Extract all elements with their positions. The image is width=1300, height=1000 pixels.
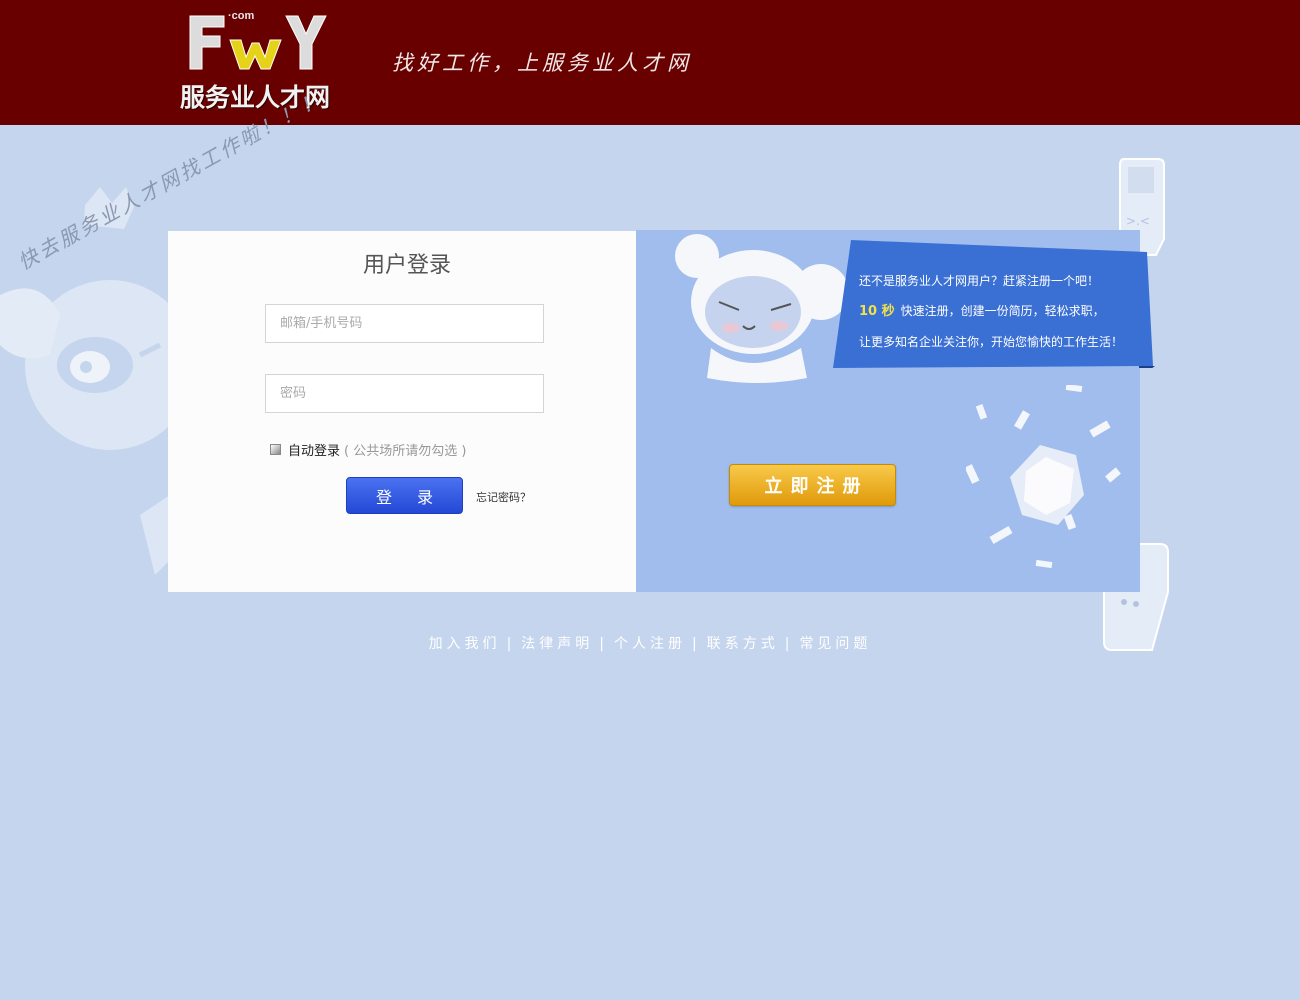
header-slogan: 找好工作，上服务业人才网 — [392, 51, 692, 75]
footer-link-personal-register[interactable]: 个人注册 — [614, 636, 686, 652]
paper-flower-decoration-icon — [966, 385, 1121, 569]
login-button[interactable]: 登 录 — [346, 477, 463, 514]
register-now-button[interactable]: 立即注册 — [729, 464, 896, 506]
register-promo-panel: 还不是服务业人才网用户？赶紧注册一个吧！ 10 秒快速注册，创建一份简历，轻松求… — [636, 230, 1155, 592]
promo-line-3: 让更多知名企业关注你，开始您愉快的工作生活！ — [859, 335, 1124, 349]
auto-login-row: 自动登录 ( 公共场所请勿勾选 ) — [270, 440, 466, 459]
footer-link-legal[interactable]: 法律声明 — [521, 636, 593, 652]
promo-highlight-ten-seconds: 10 秒 — [859, 304, 895, 319]
password-input[interactable] — [265, 374, 544, 413]
fwy-logo-icon — [189, 15, 327, 70]
footer-links: 加入我们 | 法律声明 | 个人注册 | 联系方式 | 常见问题 — [0, 633, 1300, 653]
footer-separator: | — [599, 636, 608, 652]
auto-login-label[interactable]: 自动登录 — [288, 440, 340, 459]
site-header: ·com 服务业人才网 找好工作，上服务业人才网 — [0, 0, 1300, 125]
promo-line-1: 还不是服务业人才网用户？赶紧注册一个吧！ — [859, 274, 1100, 288]
footer-separator: | — [784, 636, 794, 652]
login-title: 用户登录 — [362, 253, 451, 278]
footer-link-contact[interactable]: 联系方式 — [707, 636, 779, 652]
footer-separator: | — [692, 636, 701, 652]
auto-login-hint: ( 公共场所请勿勾选 ) — [344, 444, 467, 459]
promo-line-2: 快速注册，创建一份简历，轻松求职， — [900, 304, 1105, 318]
footer-separator: | — [506, 636, 516, 652]
footer-link-join-us[interactable]: 加入我们 — [429, 636, 501, 652]
email-phone-input[interactable] — [265, 304, 544, 343]
svg-text:>.<: >.< — [1126, 214, 1150, 228]
login-panel: 用户登录 自动登录 ( 公共场所请勿勾选 ) 登 录 忘记密码？ — [168, 231, 636, 592]
footer-link-faq[interactable]: 常见问题 — [799, 636, 871, 652]
mascot-illustration — [675, 234, 849, 383]
logo-domain-suffix: ·com — [228, 10, 255, 22]
login-card: 用户登录 自动登录 ( 公共场所请勿勾选 ) 登 录 忘记密码？ — [168, 230, 1155, 592]
auto-login-checkbox[interactable] — [270, 444, 281, 455]
promo-message: 还不是服务业人才网用户？赶紧注册一个吧！ 10 秒快速注册，创建一份简历，轻松求… — [859, 266, 1123, 357]
promo-line-2-row: 10 秒快速注册，创建一份简历，轻松求职， — [859, 296, 1123, 327]
forgot-password-link[interactable]: 忘记密码？ — [476, 489, 531, 505]
